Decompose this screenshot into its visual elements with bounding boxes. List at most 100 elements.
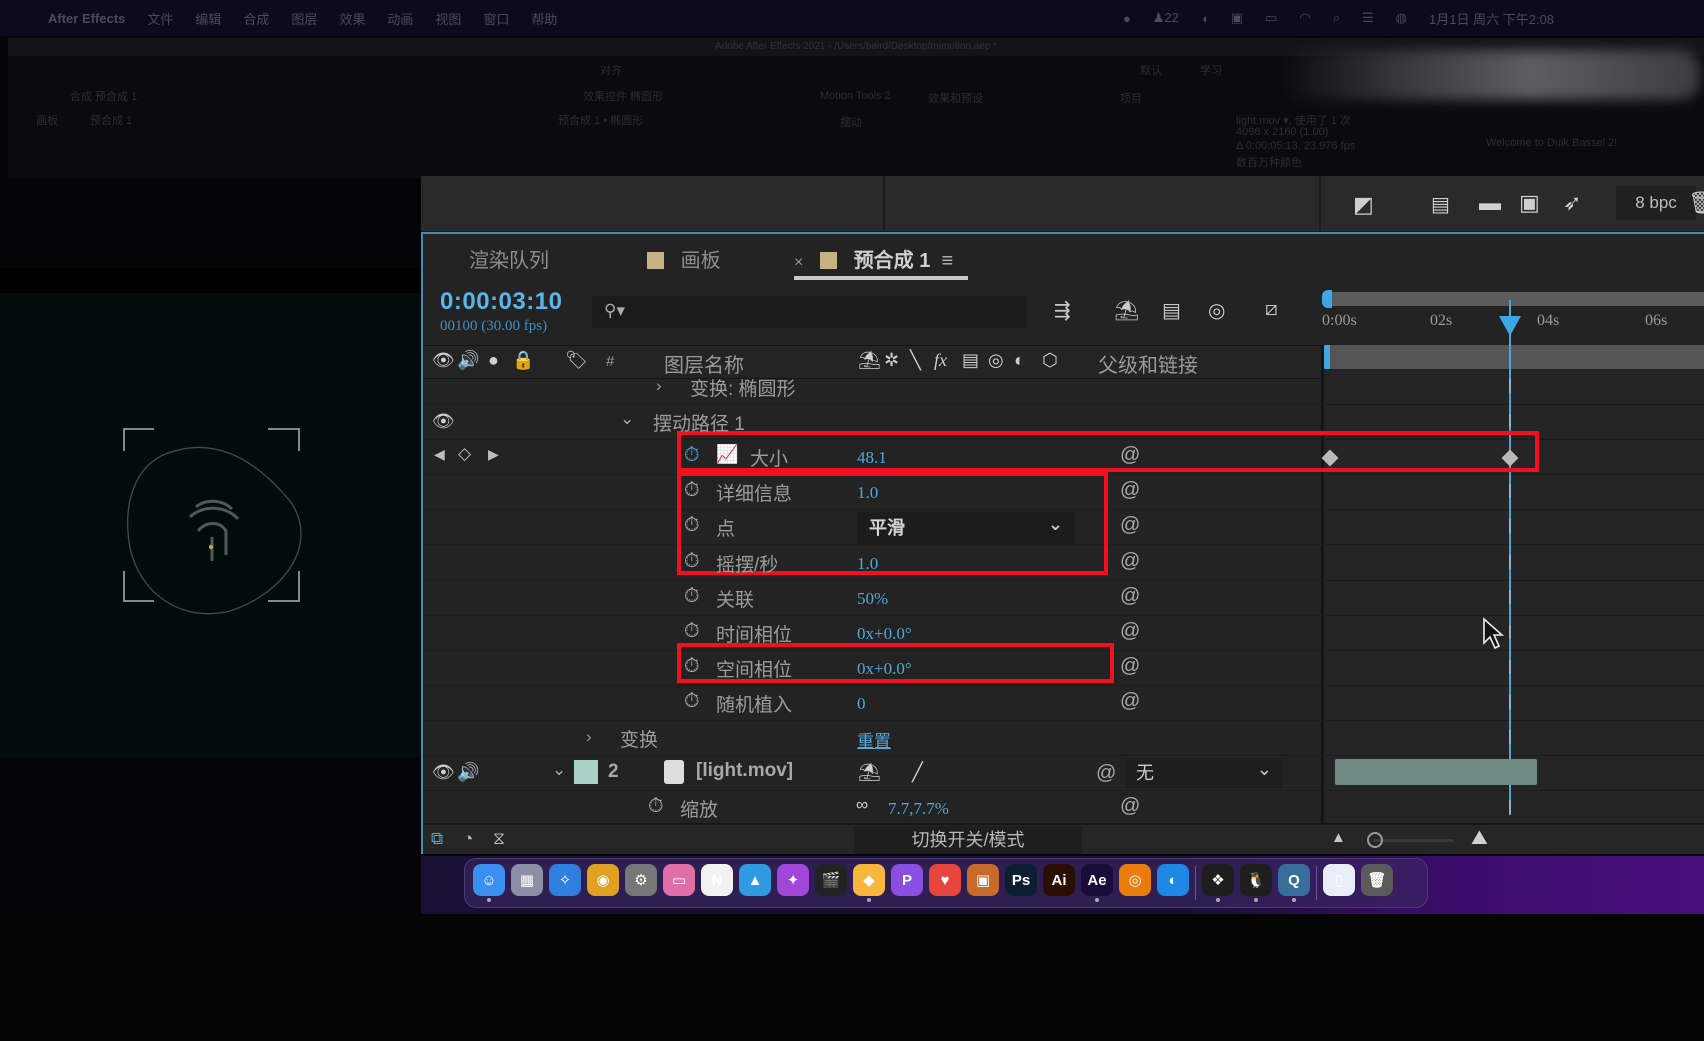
previous-keyframe-icon[interactable]: ◀ bbox=[434, 446, 445, 463]
property-value[interactable]: 0x+0.0° bbox=[857, 659, 912, 679]
adjustment-layer-icon[interactable]: ◐ bbox=[1014, 350, 1025, 371]
figma-app-icon[interactable]: ❖ bbox=[1202, 864, 1234, 896]
time-navigator-bar[interactable] bbox=[1326, 292, 1704, 306]
dock-item[interactable]: ☺ bbox=[473, 864, 505, 902]
stopwatch-icon[interactable]: ⏱ bbox=[684, 479, 700, 502]
interpret-footage-icon[interactable]: ▤ bbox=[1431, 192, 1450, 217]
qq-status-icon[interactable]: ♟22 bbox=[1153, 10, 1179, 26]
toggle-switches-modes-button[interactable]: 切换开关/模式 bbox=[854, 826, 1082, 854]
shy-layers-icon[interactable]: ⛱ bbox=[1114, 298, 1139, 323]
motion-blur-icon[interactable]: ◎ bbox=[1208, 298, 1225, 323]
effects-search-input[interactable]: 摆动 bbox=[840, 114, 862, 130]
dock-item[interactable]: ✧ bbox=[549, 864, 581, 902]
in-out-toggle-icon[interactable]: ⧖ bbox=[493, 829, 505, 849]
collapse-switch-icon[interactable]: ✲ bbox=[884, 350, 899, 371]
project-tab[interactable]: 项目 bbox=[1120, 90, 1142, 106]
constrain-proportions-link-icon[interactable]: ∞ bbox=[856, 795, 868, 815]
workspace-learn[interactable]: 学习 bbox=[1200, 62, 1222, 78]
audio-icon[interactable]: 🔊 bbox=[457, 350, 479, 371]
expand-chevron-icon[interactable]: › bbox=[586, 727, 592, 747]
affinity-photo-app-icon[interactable]: ✦ bbox=[777, 864, 809, 896]
dock-item[interactable]: ▣ bbox=[967, 864, 999, 902]
motion-blur-switch-icon[interactable]: ◎ bbox=[988, 350, 1004, 371]
effect-visibility-icon[interactable]: 👁 bbox=[432, 411, 455, 432]
trash-app-icon[interactable]: 🗑 bbox=[1361, 864, 1393, 896]
dock-item[interactable]: ◉ bbox=[587, 864, 619, 902]
menu-window[interactable]: 窗口 bbox=[483, 9, 509, 28]
timeline-row-property[interactable] bbox=[423, 686, 1323, 721]
layer-audio-icon[interactable]: 🔊 bbox=[457, 762, 479, 783]
reset-link[interactable]: 重置 bbox=[857, 727, 891, 752]
dock-item[interactable]: ⚙ bbox=[625, 864, 657, 902]
layer-visibility-icon[interactable]: 👁 bbox=[432, 762, 455, 783]
quicktime-app-icon[interactable]: Q bbox=[1278, 864, 1310, 896]
expression-pick-whip-icon[interactable]: @ bbox=[1120, 479, 1140, 502]
layer-shy-switch-icon[interactable]: ⛱ bbox=[858, 762, 881, 783]
timeline-row-group[interactable] bbox=[423, 370, 1323, 405]
stopwatch-icon[interactable]: ⏱ bbox=[684, 620, 700, 643]
dock-item[interactable]: Ae bbox=[1081, 864, 1113, 902]
comp-breadcrumb-current[interactable]: 预合成 1 bbox=[90, 112, 132, 128]
menu-edit[interactable]: 编辑 bbox=[195, 9, 221, 28]
menu-app-name[interactable]: After Effects bbox=[48, 11, 125, 26]
property-value[interactable]: 1.0 bbox=[857, 483, 878, 503]
timeline-zoom-thumb[interactable] bbox=[1367, 832, 1383, 848]
comp-panel-title[interactable]: 合成 预合成 1 bbox=[70, 88, 137, 104]
collapse-chevron-icon[interactable]: ⌄ bbox=[620, 409, 634, 429]
menubar-clock[interactable]: 1月1日 周六 下午2:08 bbox=[1429, 9, 1554, 28]
cleanmymac-app-icon[interactable]: ▭ bbox=[663, 864, 695, 896]
dock-item[interactable]: ◐ bbox=[1157, 864, 1189, 902]
quality-switch-icon[interactable]: ╲ bbox=[910, 350, 921, 371]
effects-switch-icon[interactable]: fx bbox=[934, 350, 947, 371]
status-c-icon[interactable]: ◖ bbox=[1201, 11, 1209, 26]
picgo-app-icon[interactable]: P bbox=[891, 864, 923, 896]
3d-layer-icon[interactable]: ⬡ bbox=[1042, 350, 1058, 371]
layer-collapse-chevron-icon[interactable]: ⌄ bbox=[552, 760, 566, 780]
close-tab-icon[interactable]: × bbox=[794, 254, 803, 271]
dock-item[interactable]: 🐧 bbox=[1240, 864, 1272, 902]
menu-animation[interactable]: 动画 bbox=[387, 9, 413, 28]
effects-presets-tab[interactable]: 效果和预设 bbox=[928, 90, 983, 106]
dock-item[interactable]: ▯ bbox=[1323, 864, 1355, 902]
frame-blending-icon[interactable]: ▤ bbox=[1162, 298, 1181, 323]
layer-switches-toggle-icon[interactable]: ⧉ bbox=[431, 829, 443, 849]
property-value[interactable]: 0 bbox=[857, 694, 866, 714]
property-value[interactable]: 50% bbox=[857, 589, 888, 609]
expression-pick-whip-icon[interactable]: @ bbox=[1120, 514, 1140, 537]
work-area-bar[interactable] bbox=[1326, 345, 1704, 369]
next-keyframe-icon[interactable]: ▶ bbox=[488, 446, 499, 463]
stopwatch-icon[interactable]: ⏱ bbox=[684, 690, 700, 713]
dock-item[interactable]: ◎ bbox=[1119, 864, 1151, 902]
dock-item[interactable]: ❖ bbox=[1202, 864, 1234, 902]
new-composition-icon[interactable]: ▣ bbox=[1519, 190, 1540, 216]
new-folder-icon[interactable]: ▬ bbox=[1479, 190, 1501, 216]
stopwatch-icon[interactable]: ⏱ bbox=[684, 585, 700, 608]
page-fold-icon[interactable]: ◩ bbox=[1353, 192, 1374, 218]
tab-precomp-1[interactable]: × 预合成 1 ≡ bbox=[794, 244, 953, 273]
expression-pick-whip-icon[interactable]: @ bbox=[1120, 620, 1140, 643]
solo-icon[interactable]: ● bbox=[488, 350, 499, 371]
tab-render-queue[interactable]: 渲染队列 bbox=[469, 244, 549, 273]
composition-viewer[interactable] bbox=[0, 293, 430, 758]
hype-app-icon[interactable]: ▣ bbox=[967, 864, 999, 896]
comp-breadcrumb-root[interactable]: 画板 bbox=[36, 112, 58, 128]
menu-file[interactable]: 文件 bbox=[147, 9, 173, 28]
looks-app-icon[interactable]: ◐ bbox=[1157, 864, 1189, 896]
chrome-app-icon[interactable]: ◉ bbox=[587, 864, 619, 896]
siri-icon[interactable]: ◍ bbox=[1396, 10, 1407, 26]
dock-item[interactable]: 🗑 bbox=[1361, 864, 1393, 902]
dock-item[interactable]: Ps bbox=[1005, 864, 1037, 902]
expression-pick-whip-icon[interactable]: @ bbox=[1120, 550, 1140, 573]
menu-composition[interactable]: 合成 bbox=[243, 9, 269, 28]
add-keyframe-icon[interactable]: ◇ bbox=[458, 444, 471, 464]
system-preferences-app-icon[interactable]: ⚙ bbox=[625, 864, 657, 896]
illustrator-app-icon[interactable]: Ai bbox=[1043, 864, 1075, 896]
affinity-designer-app-icon[interactable]: ▲ bbox=[739, 864, 771, 896]
stopwatch-icon[interactable]: ⏱ bbox=[684, 655, 700, 678]
archive-utility-app-icon[interactable]: ▯ bbox=[1323, 864, 1355, 896]
expand-chevron-icon[interactable]: › bbox=[656, 376, 662, 396]
align-button[interactable]: 对齐 bbox=[600, 62, 622, 78]
safari-app-icon[interactable]: ✧ bbox=[549, 864, 581, 896]
launchpad-app-icon[interactable]: ▦ bbox=[511, 864, 543, 896]
notion-app-icon[interactable]: N bbox=[701, 864, 733, 896]
